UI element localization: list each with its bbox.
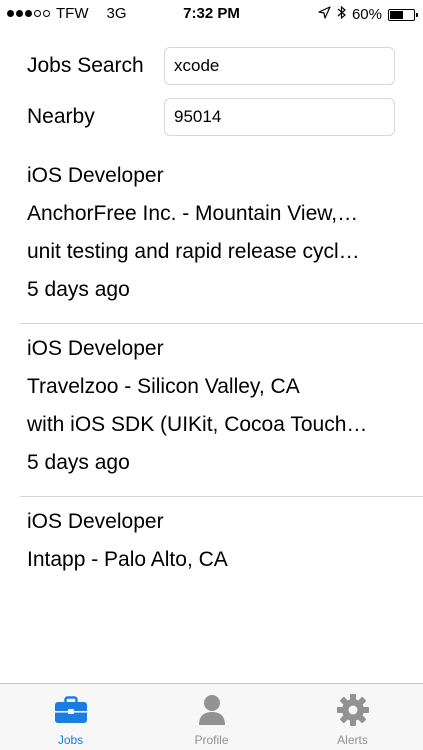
tab-jobs[interactable]: Jobs bbox=[0, 684, 141, 750]
job-company-location: Travelzoo - Silicon Valley, CA bbox=[27, 375, 300, 398]
location-label: Nearby bbox=[27, 105, 95, 128]
job-list-item[interactable]: iOS Developer Travelzoo - Silicon Valley… bbox=[20, 324, 423, 497]
location-arrow-icon bbox=[318, 6, 331, 23]
job-list-item[interactable]: iOS Developer AnchorFree Inc. - Mountain… bbox=[20, 151, 423, 324]
gear-icon bbox=[335, 694, 371, 726]
job-list: iOS Developer AnchorFree Inc. - Mountain… bbox=[0, 151, 423, 593]
battery-icon bbox=[388, 8, 418, 21]
job-posted-date: 5 days ago bbox=[27, 278, 130, 301]
tab-bar: Jobs Profile Alerts bbox=[0, 683, 423, 750]
job-snippet: unit testing and rapid release cycl… bbox=[27, 240, 360, 263]
keyword-input[interactable] bbox=[164, 47, 395, 85]
battery-fill bbox=[390, 10, 403, 19]
job-list-item[interactable]: iOS Developer Intapp - Palo Alto, CA bbox=[20, 497, 423, 593]
job-title: iOS Developer bbox=[27, 510, 164, 533]
job-title: iOS Developer bbox=[27, 337, 164, 360]
keyword-row: Jobs Search bbox=[27, 47, 397, 87]
job-company-location: AnchorFree Inc. - Mountain View,… bbox=[27, 202, 359, 225]
tab-label: Profile bbox=[194, 733, 229, 747]
tab-label: Jobs bbox=[57, 733, 84, 747]
job-title: iOS Developer bbox=[27, 164, 164, 187]
status-right: 60% bbox=[318, 5, 418, 24]
job-company-location: Intapp - Palo Alto, CA bbox=[27, 548, 228, 571]
status-bar: TFW 3G 7:32 PM 60% bbox=[0, 0, 423, 28]
location-input[interactable] bbox=[164, 98, 395, 136]
job-snippet: with iOS SDK (UIKit, Cocoa Touch… bbox=[27, 413, 368, 436]
location-row: Nearby bbox=[27, 98, 397, 138]
jobs-screen: TFW 3G 7:32 PM 60% Jobs Search Nearby bbox=[0, 0, 423, 750]
job-posted-date: 5 days ago bbox=[27, 451, 130, 474]
tab-profile[interactable]: Profile bbox=[141, 684, 282, 750]
briefcase-icon bbox=[53, 694, 89, 726]
tab-label: Alerts bbox=[337, 733, 368, 747]
battery-percent: 60% bbox=[351, 6, 382, 23]
tab-alerts[interactable]: Alerts bbox=[282, 684, 423, 750]
keyword-label: Jobs Search bbox=[27, 54, 144, 77]
person-icon bbox=[194, 694, 230, 726]
bluetooth-icon bbox=[337, 5, 346, 24]
